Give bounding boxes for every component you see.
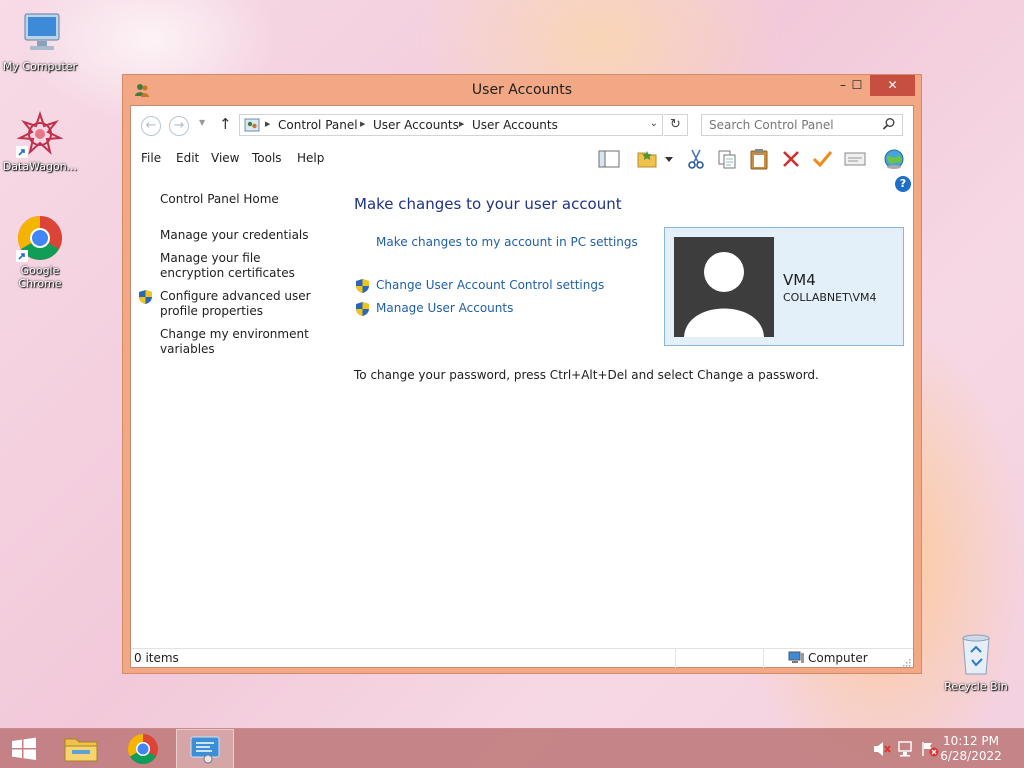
status-zone-label: Computer: [808, 651, 868, 665]
desktop-icon-datawagon[interactable]: DataWagon...: [0, 110, 80, 173]
taskbar-file-explorer[interactable]: [52, 729, 110, 768]
dropdown-icon[interactable]: [663, 148, 675, 170]
breadcrumb-separator[interactable]: ▶: [265, 120, 270, 128]
user-silhouette-icon: [684, 252, 764, 337]
breadcrumb-separator[interactable]: ▶: [360, 120, 365, 128]
desktop-icon-label: Recycle Bin: [944, 680, 1008, 693]
user-accounts-window: User Accounts – ☐ ✕ ← → ▼ ↑ ▶ Control Pa…: [122, 74, 922, 674]
help-icon[interactable]: ?: [895, 176, 911, 192]
network-icon[interactable]: [897, 741, 915, 757]
account-domain: COLLABNET\VM4: [783, 291, 877, 304]
chrome-icon: [16, 214, 64, 262]
file-encryption-link[interactable]: Manage your file encryption certificates: [160, 251, 325, 281]
taskbar: 10:12 PM 6/28/2022: [0, 728, 1024, 768]
breadcrumb-control-panel[interactable]: Control Panel: [278, 118, 358, 132]
page-title: Make changes to your user account: [354, 195, 622, 213]
breadcrumb-separator[interactable]: ▶: [459, 120, 464, 128]
shield-icon: [138, 289, 153, 305]
search-box[interactable]: [701, 114, 903, 136]
checkmark-icon[interactable]: [811, 148, 833, 170]
menu-tools[interactable]: Tools: [252, 151, 282, 165]
globe-icon[interactable]: [883, 148, 905, 170]
menu-edit[interactable]: Edit: [176, 151, 199, 165]
search-input[interactable]: [702, 115, 872, 135]
pc-settings-link[interactable]: Make changes to my account in PC setting…: [376, 235, 638, 249]
item-count: 0 items: [134, 651, 179, 665]
shield-icon: [355, 301, 370, 317]
uac-settings-link[interactable]: Change User Account Control settings: [376, 278, 604, 292]
shield-icon: [355, 278, 370, 294]
cut-icon[interactable]: [685, 148, 707, 170]
desktop-icon-my-computer[interactable]: My Computer: [0, 10, 80, 73]
control-panel-home-link[interactable]: Control Panel Home: [160, 192, 325, 207]
taskbar-control-panel[interactable]: [176, 729, 234, 768]
desktop-icon-label: My Computer: [2, 60, 78, 73]
control-panel-icon: [190, 736, 220, 764]
account-tile: VM4 COLLABNET\VM4: [664, 227, 904, 346]
copy-icon[interactable]: [716, 148, 738, 170]
clock-time: 10:12 PM: [943, 734, 999, 748]
menu-bar: File Edit View Tools Help: [131, 146, 913, 172]
taskbar-chrome[interactable]: [114, 729, 172, 768]
properties-icon[interactable]: [844, 148, 866, 170]
desktop-icon-recycle-bin[interactable]: Recycle Bin: [936, 630, 1016, 693]
start-button[interactable]: [0, 729, 48, 768]
avatar: [674, 237, 774, 337]
window-content: ← → ▼ ↑ ▶ Control Panel ▶ User Accounts …: [130, 105, 914, 668]
resize-grip[interactable]: [902, 656, 911, 667]
window-title: User Accounts: [471, 82, 573, 98]
datawagon-icon: [16, 110, 64, 158]
menu-file[interactable]: File: [141, 151, 161, 165]
up-button[interactable]: ↑: [219, 115, 232, 133]
clock-date: 6/28/2022: [940, 749, 1002, 763]
navigation-bar: ← → ▼ ↑ ▶ Control Panel ▶ User Accounts …: [131, 106, 913, 146]
address-bar[interactable]: ▶ Control Panel ▶ User Accounts ▶ User A…: [239, 114, 663, 136]
status-divider: [675, 649, 676, 668]
desktop-icon-label: Google Chrome: [18, 264, 62, 290]
maximize-button[interactable]: ☐: [843, 75, 871, 96]
computer-icon: [788, 651, 804, 664]
menu-view[interactable]: View: [211, 151, 239, 165]
clock[interactable]: 10:12 PM 6/28/2022: [936, 734, 1006, 764]
computer-icon: [16, 10, 64, 58]
folder-icon: [64, 738, 98, 762]
recent-pages-dropdown[interactable]: ▼: [199, 118, 205, 127]
breadcrumb-user-accounts-current[interactable]: User Accounts: [472, 118, 558, 132]
desktop-icon-label: DataWagon...: [2, 160, 78, 173]
advanced-profile-link[interactable]: Configure advanced user profile properti…: [160, 289, 325, 319]
environment-variables-link[interactable]: Change my environment variables: [160, 327, 325, 357]
search-icon[interactable]: [882, 117, 896, 131]
status-zone: Computer: [788, 651, 868, 665]
forward-button[interactable]: →: [169, 116, 189, 136]
menu-help[interactable]: Help: [297, 151, 324, 165]
chrome-icon: [127, 734, 158, 765]
account-name: VM4: [783, 271, 816, 289]
manage-credentials-link[interactable]: Manage your credentials: [160, 228, 325, 243]
volume-muted-icon[interactable]: [873, 741, 891, 757]
desktop-icon-google-chrome[interactable]: Google Chrome: [0, 214, 80, 290]
delete-icon[interactable]: [780, 148, 802, 170]
control-panel-icon: [244, 117, 260, 133]
status-divider: [763, 649, 764, 668]
manage-user-accounts-link[interactable]: Manage User Accounts: [376, 301, 513, 315]
favorites-folder-icon[interactable]: [636, 148, 658, 170]
back-button[interactable]: ←: [141, 116, 161, 136]
password-info-text: To change your password, press Ctrl+Alt+…: [354, 368, 819, 382]
refresh-button[interactable]: ↻: [664, 114, 688, 136]
windows-logo-icon: [12, 737, 36, 760]
paste-icon[interactable]: [748, 148, 770, 170]
recycle-bin-icon: [952, 630, 1000, 678]
title-bar[interactable]: User Accounts – ☐ ✕: [123, 75, 921, 105]
close-button[interactable]: ✕: [870, 75, 915, 96]
chevron-down-icon[interactable]: ⌄: [650, 118, 658, 129]
breadcrumb-user-accounts[interactable]: User Accounts: [373, 118, 459, 132]
layout-icon[interactable]: [598, 148, 620, 170]
status-bar: 0 items Computer: [131, 648, 913, 668]
